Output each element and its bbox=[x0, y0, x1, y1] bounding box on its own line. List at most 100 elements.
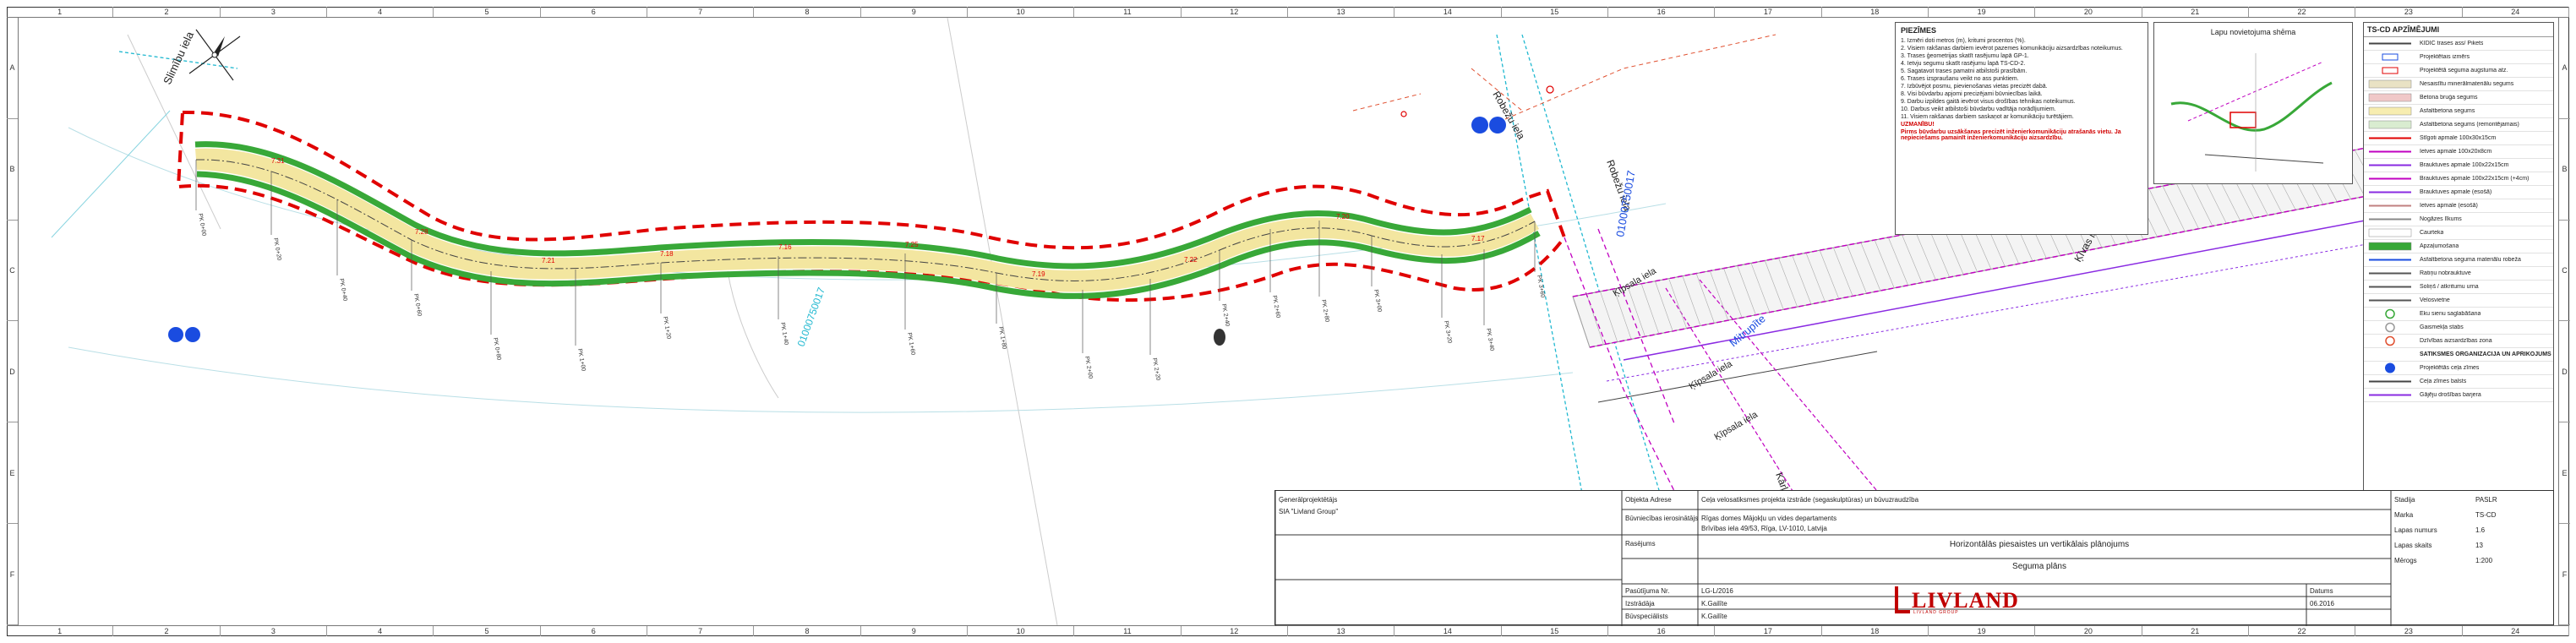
station-label: PK 2+00 bbox=[1083, 356, 1094, 379]
date-value: 06.2016 bbox=[2310, 600, 2334, 608]
grid-col-top-10: 10 bbox=[968, 7, 1075, 17]
elevation-value: 7.25 bbox=[905, 241, 919, 248]
legend-symbol-icon bbox=[2364, 348, 2416, 361]
station-label: PK 1+60 bbox=[906, 332, 916, 356]
scheme-diagram bbox=[2170, 53, 2333, 172]
object-text: Ceļa velosatiksmes projekta izstrāde (se… bbox=[1701, 496, 1919, 504]
scale-value: 1:200 bbox=[2475, 557, 2493, 564]
grid-col-bottom-15: 15 bbox=[1502, 626, 1608, 636]
author-label: Izstrādāja bbox=[1625, 600, 1655, 608]
grid-row-left-c: C bbox=[7, 221, 18, 322]
note-item: 8. Visi būvdarbu apjomi precizējami būvn… bbox=[1901, 91, 2043, 97]
company-logo: LIVLAND LIVLAND GROUP bbox=[1893, 583, 2018, 617]
mark-label: Marka bbox=[2394, 511, 2414, 519]
grid-col-bottom-11: 11 bbox=[1074, 626, 1182, 636]
grid-col-top-21: 21 bbox=[2142, 7, 2249, 17]
grid-col-top-6: 6 bbox=[541, 7, 647, 17]
station-label: PK 1+40 bbox=[779, 322, 789, 346]
grid-columns-top: 1 2 3 4 5 6 7 8 9 10 11 12 13 14 15 16 17 18 19 20 21 22 23 24 bbox=[7, 7, 2569, 18]
legend-symbol-icon bbox=[2364, 91, 2416, 104]
legend-item: SATIKSMES ORGANIZĀCIJA UN APRĪKOJUMS bbox=[2364, 348, 2553, 362]
grid-row-right-c: C bbox=[2559, 221, 2570, 322]
grid-col-bottom-19: 19 bbox=[1929, 626, 2036, 636]
mark-value: TS-CD bbox=[2475, 511, 2497, 519]
legend-label: Betona bruģa segums bbox=[2420, 95, 2478, 101]
legend-symbol-icon bbox=[2364, 118, 2416, 131]
legend-item: Ietves apmale (esošā) bbox=[2364, 199, 2553, 213]
legend-item: Brauktuves apmale 100x22x15cm bbox=[2364, 159, 2553, 172]
grid-col-bottom-5: 5 bbox=[434, 626, 541, 636]
note-item: 6. Trases izspraušanu veikt no ass punkt… bbox=[1901, 76, 2019, 82]
station-label: PK 3+00 bbox=[1373, 289, 1383, 313]
legend-symbol-icon bbox=[2364, 105, 2416, 117]
station-label: PK 3+20 bbox=[1443, 320, 1453, 344]
station-label: PK 0+80 bbox=[492, 337, 502, 361]
client-text: Rīgas domes Mājokļu un vides departament… bbox=[1701, 515, 1837, 522]
grid-col-top-20: 20 bbox=[2035, 7, 2142, 17]
station-label: PK 1+80 bbox=[997, 326, 1007, 350]
elevation-value: 7.19 bbox=[1032, 270, 1045, 278]
street-label: Robežu iela bbox=[1490, 90, 1527, 142]
grid-col-top-17: 17 bbox=[1715, 7, 1822, 17]
note-item: 7. Izbūvējot posmu, pievienošanas vietas… bbox=[1901, 84, 2048, 90]
logo-tagline: LIVLAND GROUP bbox=[1913, 610, 1959, 615]
stage-label: Stadija bbox=[2394, 496, 2415, 504]
station-label: PK 0+40 bbox=[338, 278, 348, 302]
legend-item: Ceļa zīmes balsts bbox=[2364, 375, 2553, 389]
client-address: Brīvības iela 49/53, Rīga, LV-1010, Latv… bbox=[1701, 525, 1827, 532]
logo-mark-icon bbox=[1895, 586, 1910, 613]
legend-item: Gaismekļa stabs bbox=[2364, 321, 2553, 335]
legend-symbol-icon bbox=[2364, 389, 2416, 401]
street-label: Slimību iela bbox=[161, 29, 196, 86]
grid-col-top-9: 9 bbox=[861, 7, 968, 17]
legend-item: KIDIC trases ass/ Pikets bbox=[2364, 37, 2553, 51]
legend-item: Dzīvības aizsardzības zona bbox=[2364, 335, 2553, 348]
legend-symbol-icon bbox=[2364, 51, 2416, 63]
drawing-sheet: 1 2 3 4 5 6 7 8 9 10 11 12 13 14 15 16 17 18 19 20 21 22 23 24 … bbox=[0, 0, 2576, 643]
grid-col-bottom-4: 4 bbox=[327, 626, 434, 636]
legend-item: Soliņš / atkritumu urna bbox=[2364, 281, 2553, 294]
legend-item: Projektētā seguma augstuma atz. bbox=[2364, 64, 2553, 78]
grid-col-top-3: 3 bbox=[221, 7, 327, 17]
legend-label: Brauktuves apmale 100x22x15cm (+4cm) bbox=[2420, 176, 2530, 182]
designer-label: Ģenerālprojektētājs bbox=[1279, 496, 1338, 504]
legend-label: Ēku sienu saglabāšana bbox=[2420, 311, 2481, 317]
legend-label: Ietves apmale 100x20x8cm bbox=[2420, 149, 2492, 155]
elevation-value: 7.16 bbox=[778, 243, 792, 251]
grid-rows-left: ABCDEF bbox=[7, 18, 19, 625]
grid-col-bottom-6: 6 bbox=[541, 626, 647, 636]
station-markers: PK 0+00 PK 0+20 PK 0+40 PK 0+60 PK 0+80 PK 1+… bbox=[195, 160, 1546, 381]
station-label: PK 0+00 bbox=[197, 213, 207, 237]
station-label: PK 1+20 bbox=[662, 316, 672, 340]
scale-label: Mērogs bbox=[2394, 557, 2417, 564]
station-label: PK 3+40 bbox=[1485, 328, 1495, 351]
grid-col-bottom-21: 21 bbox=[2142, 626, 2249, 636]
legend-symbol-icon bbox=[2364, 226, 2416, 239]
legend-item: Brauktuves apmale 100x22x15cm (+4cm) bbox=[2364, 172, 2553, 186]
legend-label: Gājēju drošības barjera bbox=[2420, 392, 2481, 398]
station-label: PK 0+20 bbox=[272, 237, 282, 261]
legend-label: Velosvietne bbox=[2420, 297, 2450, 303]
elevation-value: 7.21 bbox=[542, 257, 555, 264]
grid-col-top-5: 5 bbox=[434, 7, 541, 17]
legend-item: Apzaļumošana bbox=[2364, 240, 2553, 253]
stage-value: PASLR bbox=[2475, 496, 2497, 504]
grid-col-top-12: 12 bbox=[1182, 7, 1288, 17]
grid-col-bottom-17: 17 bbox=[1715, 626, 1822, 636]
note-item: 4. Ietvju segumu skatīt rasējumu lapā TS… bbox=[1901, 61, 2026, 67]
project-no-label: Pasūtījuma Nr. bbox=[1625, 587, 1670, 595]
grid-col-bottom-1: 1 bbox=[7, 626, 114, 636]
grid-rows-right: ABCDEF bbox=[2558, 18, 2570, 625]
legend-symbol-icon bbox=[2364, 186, 2416, 199]
date-label: Datums bbox=[2310, 587, 2333, 595]
legend-symbol-icon bbox=[2364, 253, 2416, 266]
legend-symbol-icon bbox=[2364, 159, 2416, 172]
object-label: Objekta Adrese bbox=[1625, 496, 1672, 504]
legend-label: Asfaltbetona segums bbox=[2420, 108, 2475, 114]
checked-label: Būvspeciālists bbox=[1625, 613, 1668, 620]
grid-col-top-11: 11 bbox=[1074, 7, 1182, 17]
sheet-no-value: 1.6 bbox=[2475, 526, 2486, 534]
sheets-label: Lapas skaits bbox=[2394, 542, 2432, 549]
station-label: PK 0+60 bbox=[412, 293, 423, 317]
grid-row-left-f: F bbox=[7, 524, 18, 625]
